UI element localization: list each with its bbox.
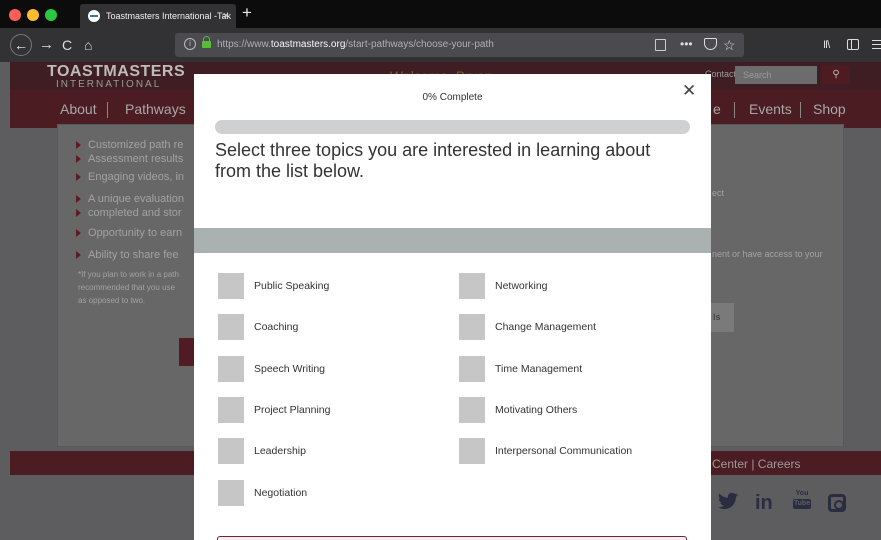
instagram-icon[interactable] [828, 494, 846, 512]
topic-label: Interpersonal Communication [495, 445, 633, 458]
modal-divider-band [194, 228, 711, 253]
right-text-fragment: ect [712, 188, 725, 198]
url-text[interactable]: https://www.toastmasters.org/start-pathw… [217, 33, 494, 57]
bullet-continuation: completed and stor [76, 206, 182, 220]
topic-label: Leadership [254, 445, 306, 458]
reload-button[interactable]: C [62, 34, 72, 56]
topic-checkbox[interactable] [218, 355, 244, 382]
site-logo-subtitle: INTERNATIONAL [56, 79, 162, 90]
topic-label: Change Management [495, 321, 596, 334]
topic-label: Public Speaking [254, 280, 330, 292]
modal-heading: Select three topics you are interested i… [215, 140, 651, 181]
tab-title: Toastmasters International -Tak [106, 11, 232, 21]
topic-label: Project Planning [254, 403, 331, 416]
new-tab-button[interactable]: + [242, 3, 252, 23]
bullet-item: Customized path re [75, 139, 184, 151]
url-path: /start-pathways/choose-your-path [345, 39, 494, 50]
window-close-button[interactable] [9, 9, 21, 21]
youtube-icon-top: You [795, 490, 809, 497]
nav-shop[interactable]: Shop [813, 90, 846, 128]
url-domain: toastmasters.org [270, 39, 346, 50]
topic-label: Coaching [254, 321, 299, 334]
topic-checkbox[interactable] [459, 273, 485, 299]
topic-checkbox[interactable] [459, 355, 485, 382]
youtube-icon-bottom: Tube [793, 499, 811, 509]
youtube-icon[interactable]: You Tube [793, 490, 811, 512]
continue-button[interactable] [217, 536, 687, 540]
bullet-text: completed and stor [88, 207, 182, 219]
choose-topics-modal: 0% Complete ✕ Select three topics you ar… [194, 74, 711, 540]
topic-label: Speech Writing [254, 362, 326, 375]
bullet-item: Opportunity to earn [75, 227, 183, 239]
page-actions-icon[interactable]: ••• [680, 33, 693, 55]
topic-checkbox[interactable] [218, 314, 244, 341]
sidebar-icon[interactable] [847, 39, 859, 50]
progress-label: 0% Complete [422, 92, 483, 103]
topic-checkbox[interactable] [218, 479, 244, 506]
bookmark-star-icon[interactable]: ☆ [723, 34, 736, 56]
favicon-icon [88, 10, 100, 22]
browser-toolbar: ← → C ⌂ i https://www.toastmasters.org/s… [0, 28, 881, 62]
url-prefix: https://www. [217, 39, 271, 50]
topic-label: Time Management [495, 362, 583, 375]
address-bar[interactable]: i https://www.toastmasters.org/start-pat… [175, 33, 744, 57]
forward-button[interactable]: → [39, 34, 54, 56]
topic-checkbox[interactable] [459, 314, 485, 341]
footnote-line: recommended that you use [78, 283, 175, 292]
topic-checkbox[interactable] [218, 396, 244, 423]
right-text-fragment: nent or have access to your [712, 249, 823, 259]
bullet-item: A unique evaluation [75, 193, 185, 205]
reader-view-icon[interactable] [655, 39, 666, 51]
home-button[interactable]: ⌂ [84, 34, 92, 56]
close-icon[interactable]: ✕ [682, 81, 696, 101]
library-icon[interactable]: II\ [823, 35, 830, 55]
topic-checkbox[interactable] [459, 438, 485, 465]
nav-pathways[interactable]: Pathways [125, 90, 186, 128]
topic-checkbox[interactable] [218, 273, 244, 299]
linkedin-icon[interactable]: in [755, 492, 773, 515]
topic-label: Motivating Others [495, 403, 578, 416]
bullet-item: Engaging videos, in [75, 171, 185, 183]
nav-divider [734, 102, 735, 118]
background-grey-button: ls [710, 303, 734, 332]
progress-bar [215, 120, 690, 134]
nav-about[interactable]: About [60, 90, 97, 128]
topic-checkbox[interactable] [218, 438, 244, 465]
info-icon[interactable]: i [184, 38, 196, 50]
bullet-item: Ability to share fee [76, 249, 179, 261]
bullet-text: Assessment results [88, 153, 184, 165]
lock-icon[interactable] [202, 36, 211, 48]
window-zoom-button[interactable] [45, 9, 57, 21]
nav-partial[interactable]: e [713, 90, 721, 128]
hamburger-menu-icon[interactable] [872, 40, 881, 49]
browser-tab[interactable]: Toastmasters International -Tak × [80, 4, 236, 28]
tab-close-icon[interactable]: × [223, 4, 229, 28]
bullet-continuation: Assessment results [75, 152, 184, 166]
window-minimize-button[interactable] [27, 9, 39, 21]
browser-tab-bar: Toastmasters International -Tak × + [0, 0, 881, 28]
topic-checkbox[interactable] [459, 396, 485, 423]
topic-label: Negotiation [254, 486, 308, 499]
back-button[interactable]: ← [10, 34, 32, 56]
topic-label: Networking [495, 280, 548, 292]
footer-links[interactable]: Center | Careers [712, 457, 800, 471]
footnote-line: as opposed to two. [78, 296, 146, 305]
nav-divider [107, 102, 108, 118]
search-icon[interactable]: ⚲ [822, 66, 850, 84]
nav-events[interactable]: Events [749, 90, 792, 128]
site-search-input[interactable]: Search [735, 66, 817, 84]
twitter-icon[interactable] [718, 492, 738, 516]
nav-divider [800, 102, 801, 118]
footnote-line: *If you plan to work in a path [78, 270, 179, 279]
pocket-icon[interactable] [704, 38, 717, 50]
